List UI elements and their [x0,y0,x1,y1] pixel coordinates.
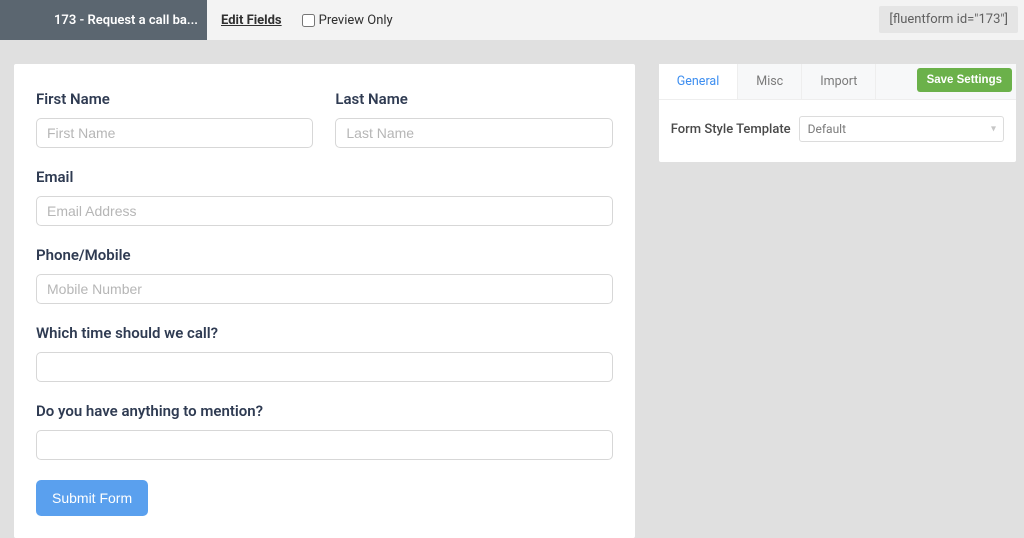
tab-misc[interactable]: Misc [738,64,802,99]
style-template-label: Form Style Template [671,122,791,137]
mention-field: Do you have anything to mention? [36,402,613,460]
email-field: Email [36,168,613,226]
tab-general[interactable]: General [659,64,739,99]
first-name-input[interactable] [36,118,313,148]
style-template-select[interactable]: Default ▾ [799,116,1004,142]
preview-only-checkbox[interactable] [302,14,315,27]
call-time-input[interactable] [36,352,613,382]
form-preview-panel: First Name Last Name Email Phone/Mobile … [14,64,635,538]
call-time-label: Which time should we call? [36,324,613,342]
last-name-input[interactable] [335,118,612,148]
email-input[interactable] [36,196,613,226]
save-settings-button[interactable]: Save Settings [917,68,1012,92]
email-label: Email [36,168,613,186]
last-name-label: Last Name [335,90,612,108]
first-name-label: First Name [36,90,313,108]
phone-label: Phone/Mobile [36,246,613,264]
mention-input[interactable] [36,430,613,460]
content-area: First Name Last Name Email Phone/Mobile … [0,40,1024,538]
preview-only-label: Preview Only [319,13,393,28]
submit-button[interactable]: Submit Form [36,480,148,516]
form-title: 173 - Request a call ba... [0,0,207,40]
style-template-value: Default [799,116,1004,142]
edit-fields-link[interactable]: Edit Fields [221,13,282,28]
preview-only-toggle[interactable]: Preview Only [302,13,393,28]
settings-tabs: General Misc Import Save Settings [659,64,1016,100]
mention-label: Do you have anything to mention? [36,402,613,420]
phone-field: Phone/Mobile [36,246,613,304]
first-name-field: First Name [36,90,313,148]
last-name-field: Last Name [335,90,612,148]
settings-panel: General Misc Import Save Settings Form S… [659,64,1016,162]
tab-import[interactable]: Import [802,64,876,99]
shortcode-box[interactable]: [fluentform id="173"] [879,6,1018,33]
phone-input[interactable] [36,274,613,304]
top-bar: 173 - Request a call ba... Edit Fields P… [0,0,1024,40]
settings-body: Form Style Template Default ▾ [659,100,1016,162]
call-time-field: Which time should we call? [36,324,613,382]
